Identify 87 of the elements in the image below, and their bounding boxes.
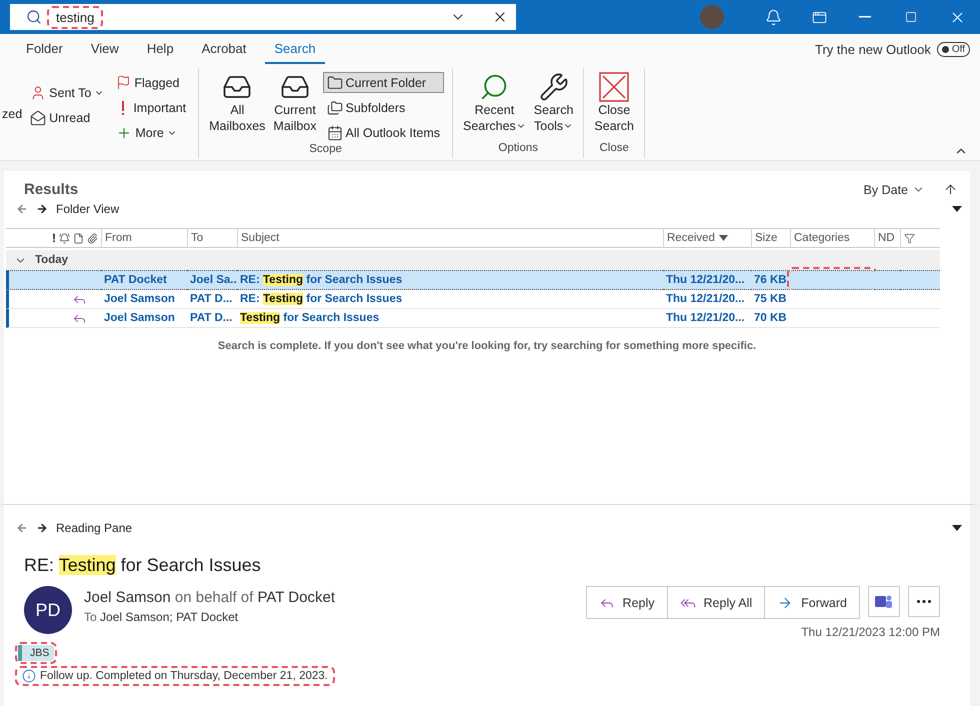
ribbon-tab[interactable]: Help [138,34,183,64]
group-label: Close [598,142,630,156]
group-label: Options [497,142,540,156]
search-message: Search is complete. If you don't see what you're looking for, try searching for something more specific. [216,340,758,352]
table-cell [900,270,940,290]
sender-avatar: PD [24,586,72,634]
sent-to-button[interactable]: Sent To [26,82,108,103]
new-outlook-label: Try the new Outlook [814,42,931,56]
ribbon-label: zed [2,107,22,121]
ribbon-tab[interactable]: View [82,34,128,64]
table-cell: RE: Testing for Search Issues [237,270,663,290]
toggle-switch[interactable]: Off [936,42,970,56]
unread-button[interactable]: Unread [26,107,108,128]
close-box-icon [599,72,630,102]
maximize-icon [905,11,917,23]
ribbon-tab[interactable]: Search [265,34,325,64]
calendar-icon [326,124,342,140]
flagged-button[interactable]: Flagged [112,72,190,93]
search-field[interactable]: testing [10,4,516,30]
all-mailboxes-button[interactable]: All Mailboxes [207,68,268,138]
table-cell: RE: Testing for Search Issues [237,290,663,309]
wrench-icon [538,72,569,102]
table-cell: Thu 12/21/20... [663,270,751,290]
close-search-button[interactable]: Close Search [592,68,636,138]
search-tools-button[interactable]: Search Tools [532,68,576,138]
sender-name: Joel Samson [84,589,171,606]
folder-view-label: Folder View [56,202,120,216]
exclamation-icon [122,100,124,114]
paperclip-icon [87,232,98,244]
reading-pane-label: Reading Pane [56,521,132,535]
column-header[interactable]: Subject [237,228,663,248]
column-header[interactable]: Size [751,228,790,248]
recipients: Joel Samson; PAT Docket [100,610,238,624]
table-cell: Joel Sa... [187,270,237,290]
more-button[interactable] [908,586,940,617]
arrow-right-icon [36,522,48,534]
reminder-icon [59,232,70,244]
envelope-icon [30,110,46,126]
arrow-right-icon [36,203,48,215]
teams-icon [875,594,893,610]
category-tag: JBS [18,645,54,661]
to-label: To [84,610,97,624]
table-cell: 76 KB [751,270,790,290]
search-icon [26,9,42,25]
dropdown-icon [952,206,962,212]
scope-option[interactable]: All Outlook Items [322,122,444,143]
group-label: Today [35,254,68,266]
recent-searches-button[interactable]: Recent Searches [460,68,528,138]
delegate-name: PAT Docket [257,589,335,606]
results-title: Results [24,181,78,198]
folders-icon [326,100,342,116]
info-icon [22,669,36,683]
on-behalf-text: on behalf of [174,589,254,606]
flag-filter-icon [904,232,915,244]
ribbon-tab[interactable]: Folder [17,34,72,64]
group-label: Scope [308,143,343,157]
follow-up-notice: Follow up. Completed on Thursday, December 21, 2023. [18,669,332,683]
table-cell: Testing for Search Issues [237,309,663,328]
more-button[interactable]: More [112,122,190,143]
folder-icon [326,74,342,90]
current-mailbox-button[interactable]: Current Mailbox [271,68,318,138]
flag-icon [116,75,132,90]
window-icon [812,10,826,24]
sort-icon [718,235,728,241]
document-icon [73,232,84,244]
search-text: testing [50,8,100,26]
arrow-left-icon [16,203,28,215]
arrow-left-icon [16,522,28,534]
scope-option[interactable]: Current Folder [322,72,444,93]
column-header[interactable]: Received [663,228,751,248]
sort-button[interactable]: By Date [858,182,931,198]
column-header[interactable]: Categories [790,228,874,248]
more-icon [917,600,931,603]
message-date: Thu 12/21/2023 12:00 PM [801,625,940,639]
dropdown-icon [952,525,962,531]
important-button[interactable]: Important [112,97,190,118]
minimize-icon [859,16,871,18]
table-cell: PAT Docket [101,270,187,290]
column-header[interactable]: ND [874,228,900,248]
ribbon-tab[interactable]: Acrobat [192,34,256,64]
message-subject: RE: Testing for Search Issues [23,554,262,576]
bell-icon [764,8,782,26]
column-header[interactable]: From [101,228,187,248]
teams-button[interactable] [868,586,900,617]
column-header[interactable]: To [187,228,237,248]
scope-option[interactable]: Subfolders [322,97,444,118]
importance-header[interactable]: ! [52,231,56,245]
